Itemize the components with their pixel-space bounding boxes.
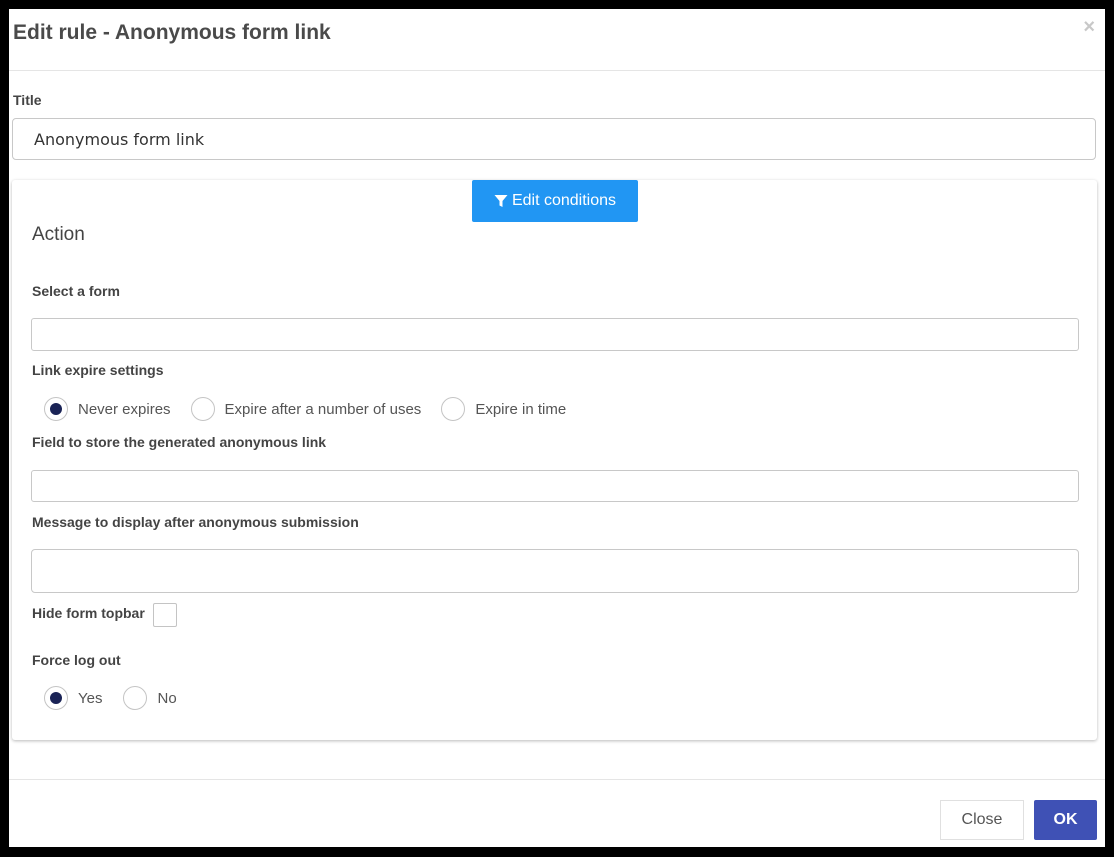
radio-label: Yes bbox=[78, 689, 103, 707]
store-field-label: Field to store the generated anonymous l… bbox=[32, 434, 327, 450]
radio-button[interactable] bbox=[123, 686, 148, 710]
message-label: Message to display after anonymous submi… bbox=[32, 514, 359, 530]
dialog-title: Edit rule - Anonymous form link bbox=[13, 21, 331, 44]
action-card: Edit conditions Action Select a form Lin… bbox=[12, 180, 1097, 740]
edit-rule-dialog: Edit rule - Anonymous form link × Title … bbox=[9, 9, 1105, 847]
radio-button[interactable] bbox=[44, 686, 68, 710]
action-heading: Action bbox=[32, 224, 85, 245]
close-icon[interactable]: × bbox=[1083, 15, 1095, 39]
hide-topbar-checkbox[interactable] bbox=[153, 603, 177, 627]
radio-button[interactable] bbox=[441, 397, 466, 421]
radio-no[interactable]: No bbox=[123, 686, 177, 710]
radio-expire-uses[interactable]: Expire after a number of uses bbox=[190, 397, 422, 421]
force-logout-radio-group: Yes No bbox=[44, 686, 197, 710]
radio-label: No bbox=[157, 689, 177, 707]
link-expire-radio-group: Never expires Expire after a number of u… bbox=[44, 397, 586, 421]
select-form-input[interactable] bbox=[31, 318, 1079, 351]
radio-never-expires[interactable]: Never expires bbox=[44, 397, 171, 421]
radio-button[interactable] bbox=[44, 397, 68, 421]
edit-conditions-label: Edit conditions bbox=[511, 192, 617, 209]
select-form-label: Select a form bbox=[32, 283, 120, 299]
radio-label: Never expires bbox=[78, 400, 171, 418]
title-input[interactable] bbox=[12, 118, 1096, 160]
radio-yes[interactable]: Yes bbox=[44, 686, 102, 710]
close-button[interactable]: Close bbox=[940, 800, 1024, 840]
hide-topbar-label: Hide form topbar bbox=[32, 605, 145, 621]
radio-button[interactable] bbox=[190, 397, 215, 421]
radio-label: Expire after a number of uses bbox=[224, 400, 422, 418]
dialog-header: Edit rule - Anonymous form link × bbox=[9, 9, 1105, 71]
force-logout-label: Force log out bbox=[32, 652, 121, 668]
radio-selected-dot bbox=[50, 403, 62, 415]
radio-expire-time[interactable]: Expire in time bbox=[441, 397, 566, 421]
radio-selected-dot bbox=[50, 692, 62, 704]
message-input[interactable] bbox=[31, 549, 1079, 593]
title-label: Title bbox=[13, 92, 42, 108]
footer-divider bbox=[9, 779, 1105, 780]
store-field-input[interactable] bbox=[31, 470, 1079, 502]
edit-conditions-button[interactable]: Edit conditions bbox=[472, 180, 638, 222]
radio-label: Expire in time bbox=[475, 400, 567, 418]
filter-icon bbox=[494, 195, 508, 207]
link-expire-label: Link expire settings bbox=[32, 362, 164, 378]
ok-button[interactable]: OK bbox=[1034, 800, 1097, 840]
